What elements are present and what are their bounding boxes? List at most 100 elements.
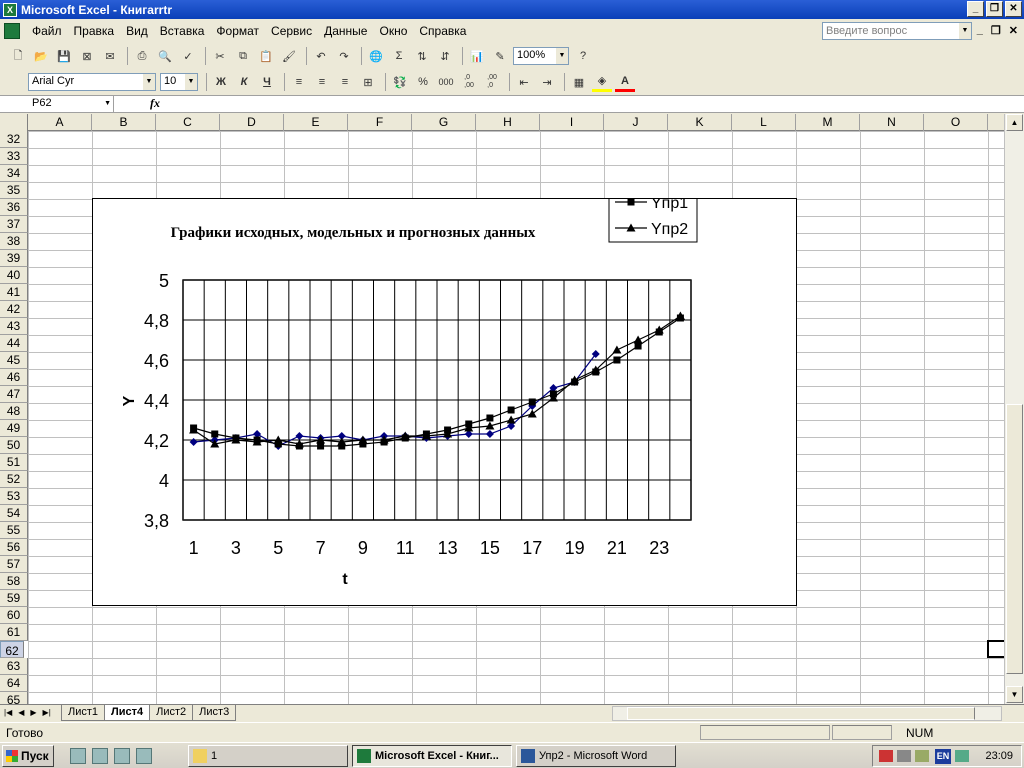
column-header-f[interactable]: F xyxy=(348,114,412,131)
align-right-icon[interactable]: ≡ xyxy=(335,72,355,92)
taskbar-excel-button[interactable]: Microsoft Excel - Книг... xyxy=(352,745,512,767)
row-header-39[interactable]: 39 xyxy=(0,250,28,267)
scroll-thumb[interactable] xyxy=(1006,404,1023,674)
row-header-32[interactable]: 32 xyxy=(0,131,28,148)
align-center-icon[interactable]: ≡ xyxy=(312,72,332,92)
column-header-e[interactable]: E xyxy=(284,114,348,131)
excel-app-icon[interactable]: X xyxy=(3,2,17,17)
tab-sheet2[interactable]: Лист2 xyxy=(149,705,194,721)
internet-explorer-icon[interactable] xyxy=(114,748,130,764)
show-desktop-icon[interactable] xyxy=(70,748,86,764)
hscroll-thumb[interactable] xyxy=(627,707,975,720)
chevron-down-icon[interactable]: ▼ xyxy=(556,48,568,64)
column-header-h[interactable]: H xyxy=(476,114,540,131)
row-header-47[interactable]: 47 xyxy=(0,386,28,403)
column-header-m[interactable]: M xyxy=(796,114,860,131)
taskbar-folder-button[interactable]: 1 xyxy=(188,745,348,767)
column-header-o[interactable]: O xyxy=(924,114,988,131)
start-button[interactable]: Пуск xyxy=(2,745,54,767)
sort-descending-icon[interactable]: ⇵ xyxy=(435,46,455,66)
menu-format[interactable]: Формат xyxy=(210,24,265,38)
column-header-j[interactable]: J xyxy=(604,114,668,131)
prev-sheet-icon[interactable]: ◀ xyxy=(18,706,24,720)
scroll-down-icon[interactable]: ▼ xyxy=(1006,686,1023,703)
help-icon[interactable]: ? xyxy=(573,46,593,66)
decrease-indent-icon[interactable]: ⇤ xyxy=(514,72,534,92)
hyperlink-icon[interactable]: 🌐 xyxy=(366,46,386,66)
print-preview-icon[interactable]: 🔍 xyxy=(155,46,175,66)
volume-icon[interactable] xyxy=(897,750,911,762)
redo-icon[interactable]: ↷ xyxy=(334,46,354,66)
row-header-46[interactable]: 46 xyxy=(0,369,28,386)
open-icon[interactable]: 📂 xyxy=(31,46,51,66)
first-sheet-icon[interactable]: |◀ xyxy=(4,706,12,720)
email-icon[interactable]: ✉ xyxy=(100,46,120,66)
network-icon[interactable] xyxy=(915,750,929,762)
chevron-down-icon[interactable]: ▼ xyxy=(104,96,111,112)
workbook-restore-button[interactable]: ❐ xyxy=(991,24,1001,37)
row-header-65[interactable]: 65 xyxy=(0,692,28,704)
row-header-42[interactable]: 42 xyxy=(0,301,28,318)
row-header-50[interactable]: 50 xyxy=(0,437,28,454)
row-header-35[interactable]: 35 xyxy=(0,182,28,199)
workbook-icon[interactable] xyxy=(4,22,20,39)
column-header-c[interactable]: C xyxy=(156,114,220,131)
new-icon[interactable]: 🗋 xyxy=(8,46,28,66)
row-header-53[interactable]: 53 xyxy=(0,488,28,505)
vertical-scrollbar[interactable]: ▲ ▼ xyxy=(1004,114,1024,704)
tray-app-icon[interactable] xyxy=(955,750,969,762)
row-header-63[interactable]: 63 xyxy=(0,658,28,675)
menu-tools[interactable]: Сервис xyxy=(265,24,318,38)
column-header-a[interactable]: A xyxy=(28,114,92,131)
row-header-45[interactable]: 45 xyxy=(0,352,28,369)
font-color-icon[interactable]: A xyxy=(615,72,635,92)
menu-data[interactable]: Данные xyxy=(318,24,373,38)
row-header-52[interactable]: 52 xyxy=(0,471,28,488)
quick-launch-tool-icon[interactable] xyxy=(136,748,152,764)
row-header-62[interactable]: 62 xyxy=(0,641,24,658)
row-header-61[interactable]: 61 xyxy=(0,624,28,641)
borders-icon[interactable]: ▦ xyxy=(569,72,589,92)
font-select[interactable]: Arial Cyr ▼ xyxy=(28,73,156,91)
zoom-select[interactable]: 100% ▼ xyxy=(513,47,569,65)
tab-sheet1[interactable]: Лист1 xyxy=(61,705,106,721)
mail-icon[interactable] xyxy=(879,750,893,762)
row-header-49[interactable]: 49 xyxy=(0,420,28,437)
row-header-48[interactable]: 48 xyxy=(0,403,28,420)
scroll-up-icon[interactable]: ▲ xyxy=(1006,114,1023,131)
fx-icon[interactable]: fx xyxy=(150,96,160,111)
font-size-select[interactable]: 10 ▼ xyxy=(160,73,198,91)
row-header-34[interactable]: 34 xyxy=(0,165,28,182)
autosum-icon[interactable]: Σ xyxy=(389,46,409,66)
chevron-down-icon[interactable]: ▼ xyxy=(143,74,155,90)
row-header-41[interactable]: 41 xyxy=(0,284,28,301)
percent-button[interactable]: % xyxy=(413,72,433,92)
decrease-decimal-button[interactable]: ,00 ,0 xyxy=(482,72,502,92)
minimize-button[interactable]: _ xyxy=(967,1,984,17)
row-header-58[interactable]: 58 xyxy=(0,573,28,590)
language-indicator[interactable]: EN xyxy=(935,749,951,764)
merge-center-icon[interactable]: ⊞ xyxy=(358,72,378,92)
row-header-54[interactable]: 54 xyxy=(0,505,28,522)
fill-color-icon[interactable]: ◈ xyxy=(592,72,612,92)
column-header-l[interactable]: L xyxy=(732,114,796,131)
thousands-button[interactable]: 000 xyxy=(436,72,456,92)
permission-icon[interactable]: ⊠ xyxy=(77,46,97,66)
increase-decimal-button[interactable]: ,0 ,00 xyxy=(459,72,479,92)
menu-view[interactable]: Вид xyxy=(120,24,154,38)
row-header-44[interactable]: 44 xyxy=(0,335,28,352)
currency-icon[interactable]: 💱 xyxy=(390,72,410,92)
row-header-60[interactable]: 60 xyxy=(0,607,28,624)
menu-edit[interactable]: Правка xyxy=(68,24,121,38)
row-header-33[interactable]: 33 xyxy=(0,148,28,165)
column-header-d[interactable]: D xyxy=(220,114,284,131)
last-sheet-icon[interactable]: ▶| xyxy=(43,706,51,720)
chevron-down-icon[interactable]: ▼ xyxy=(959,23,971,39)
row-header-57[interactable]: 57 xyxy=(0,556,28,573)
row-header-37[interactable]: 37 xyxy=(0,216,28,233)
italic-button[interactable]: К xyxy=(234,72,254,92)
save-icon[interactable]: 💾 xyxy=(54,46,74,66)
row-header-43[interactable]: 43 xyxy=(0,318,28,335)
row-header-51[interactable]: 51 xyxy=(0,454,28,471)
workbook-close-button[interactable]: ✕ xyxy=(1009,24,1018,37)
